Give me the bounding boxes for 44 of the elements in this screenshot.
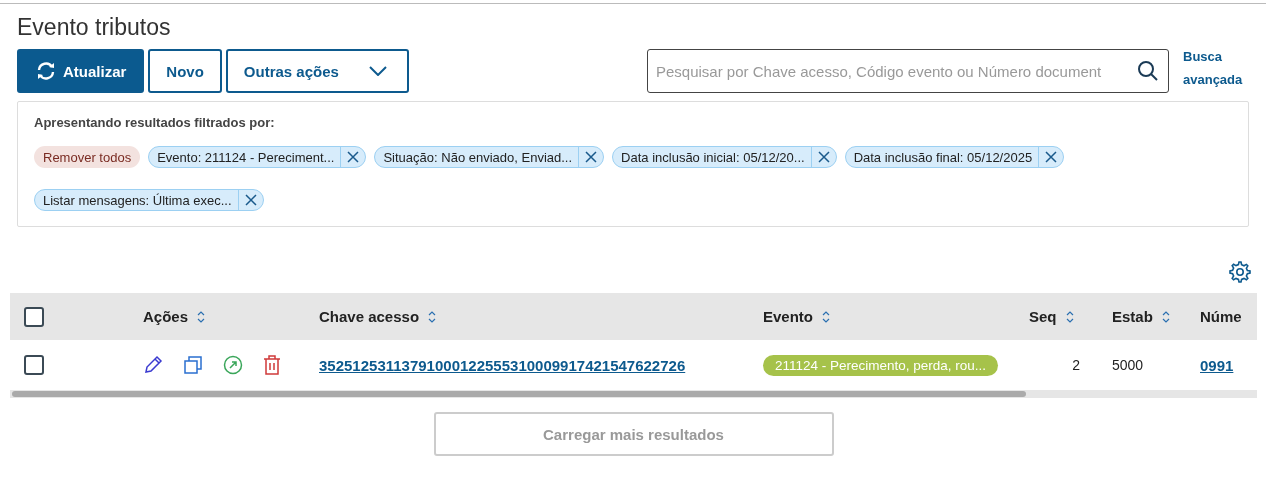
- event-tag: 211124 - Perecimento, perda, rou...: [763, 354, 999, 376]
- search-field[interactable]: Pesquisar por Chave acesso, Código evento ou Número document: [647, 49, 1169, 93]
- close-icon[interactable]: [585, 151, 598, 163]
- pencil-icon[interactable]: [143, 355, 163, 375]
- close-icon[interactable]: [347, 151, 360, 163]
- column-header[interactable]: Núme: [1194, 293, 1257, 340]
- remove-all-chip[interactable]: Remover todos: [34, 146, 141, 168]
- sort-icon[interactable]: [427, 309, 438, 324]
- refresh-button[interactable]: Atualizar: [17, 49, 145, 93]
- more-actions-button[interactable]: Outras ações: [225, 49, 409, 93]
- access-key-link[interactable]: 35251253113791000122555310009917421547622726: [319, 356, 686, 374]
- select-all-checkbox[interactable]: [24, 306, 44, 327]
- sort-icon[interactable]: [1160, 309, 1171, 324]
- filter-chip[interactable]: Situação: Não enviado, Enviad...: [374, 146, 605, 168]
- column-header[interactable]: Evento: [757, 293, 1023, 340]
- page-title: Evento tributos: [17, 14, 172, 41]
- filter-chip[interactable]: Evento: 211124 - Pereciment...: [148, 146, 367, 168]
- column-header[interactable]: Estab: [1106, 293, 1194, 340]
- filter-chip[interactable]: Data inclusão inicial: 05/12/20...: [612, 146, 837, 168]
- close-icon[interactable]: [1045, 151, 1058, 163]
- trash-icon[interactable]: [263, 355, 281, 375]
- chevron-down-icon: [368, 66, 387, 76]
- filter-chip[interactable]: Data inclusão final: 05/12/2025: [844, 146, 1065, 168]
- advanced-search-link[interactable]: Busca avançada: [1183, 45, 1249, 91]
- close-icon[interactable]: [817, 151, 830, 163]
- row-checkbox[interactable]: [24, 355, 44, 375]
- filter-caption: Apresentando resultados filtrados por:: [34, 115, 276, 130]
- column-header[interactable]: Seq: [1023, 293, 1106, 340]
- arrow-circle-icon[interactable]: [223, 355, 243, 375]
- sort-icon[interactable]: [1064, 309, 1075, 324]
- new-button[interactable]: Novo: [148, 49, 222, 93]
- column-header[interactable]: Ações: [137, 293, 313, 340]
- document-number-link[interactable]: 0991: [1200, 356, 1234, 374]
- settings-icon[interactable]: [1229, 261, 1251, 283]
- sort-icon[interactable]: [821, 309, 831, 324]
- copy-icon[interactable]: [183, 355, 203, 375]
- column-header[interactable]: Chave acesso: [313, 293, 757, 340]
- sort-icon[interactable]: [196, 309, 207, 324]
- refresh-icon: [35, 61, 57, 81]
- filter-chip[interactable]: Listar mensagens: Última exec...: [34, 189, 264, 211]
- table-cell-text: 5000: [1111, 356, 1145, 375]
- table-cell-text: 2: [1071, 356, 1081, 375]
- search-icon: [1137, 60, 1159, 82]
- close-icon[interactable]: [244, 194, 257, 206]
